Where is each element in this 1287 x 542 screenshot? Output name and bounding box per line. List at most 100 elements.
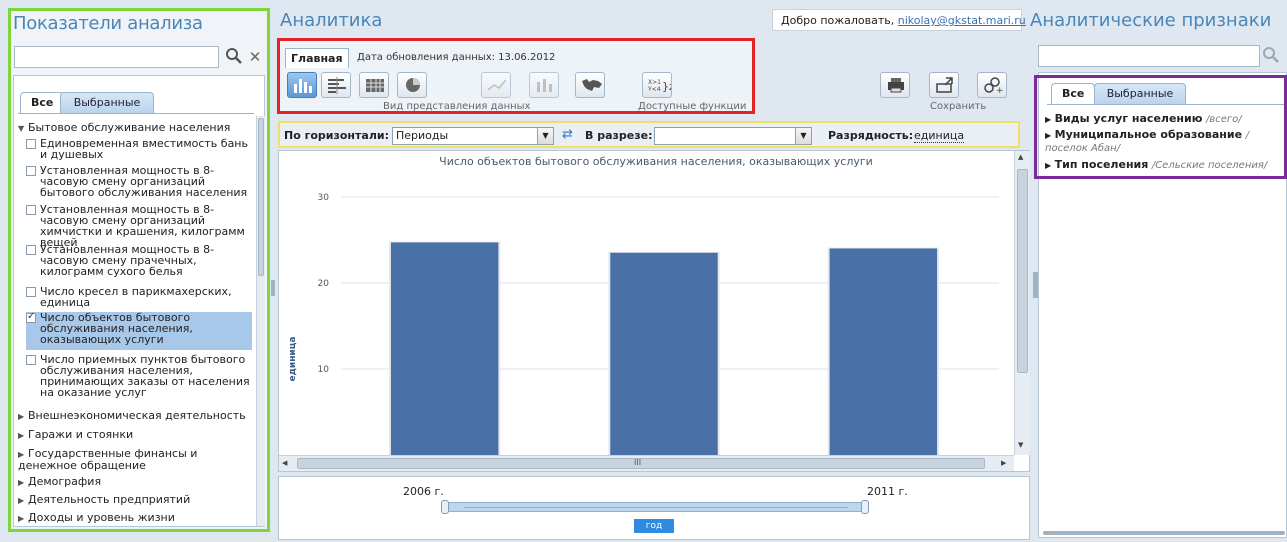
chart-container: Число объектов бытового обслуживания нас… (278, 150, 1030, 472)
bar (829, 248, 938, 455)
period-start-label: 2006 г. (403, 485, 444, 498)
search-icon[interactable] (225, 47, 245, 67)
tree-leaf[interactable]: Число кресел в парикмахерских, единица (26, 286, 252, 308)
export-icon (936, 77, 953, 93)
printer-icon (888, 78, 904, 93)
scrollbar-thumb[interactable] (1017, 169, 1028, 373)
y-tick-label: 30 (318, 193, 330, 203)
chevron-down-icon: ▼ (795, 128, 811, 144)
checkbox[interactable] (26, 287, 36, 297)
scrollbar-thumb[interactable] (258, 118, 264, 276)
indicators-search-input[interactable] (14, 46, 219, 68)
horizontal-axis-select[interactable]: Периоды ▼ (392, 127, 554, 145)
bar-chart-icon (294, 79, 312, 93)
bar-chart-view-button[interactable] (287, 72, 317, 98)
period-end-label: 2011 г. (867, 485, 908, 498)
checkbox[interactable] (26, 245, 36, 255)
svg-text:X>1: X>1 (648, 79, 661, 86)
filter-bar: По горизонтали: Периоды ▼ ⇄ В разрезе: ▼… (278, 121, 1020, 148)
share-link-button[interactable]: + (977, 72, 1007, 98)
y-tick-label: 20 (318, 279, 330, 289)
chevron-down-icon: ▼ (18, 124, 25, 133)
tree-leaf[interactable]: Единовременная вместимость бань и душевы… (26, 138, 252, 160)
horizontal-bar-view-button[interactable] (321, 72, 351, 98)
tree-group[interactable]: ▶ Государственные финансы и денежное обра… (18, 448, 244, 471)
chevron-right-icon: ▶ (18, 478, 25, 487)
attributes-hscrollbar[interactable] (1043, 531, 1285, 535)
user-email-link[interactable]: nikolay@gkstat.mari.ru (898, 14, 1026, 27)
tab-main[interactable]: Главная (285, 48, 349, 68)
analytics-title: Аналитика (280, 10, 383, 31)
chevron-down-icon: ▼ (537, 128, 553, 144)
digit-value[interactable]: единица (914, 129, 965, 143)
attributes-title: Аналитические признаки (1030, 10, 1272, 31)
scroll-down-icon[interactable]: ▼ (1018, 441, 1023, 449)
digit-label: Разрядность: (828, 129, 914, 142)
close-icon[interactable]: ✕ (247, 47, 263, 67)
line-chart-view-button[interactable] (481, 72, 511, 98)
search-icon[interactable] (1262, 46, 1282, 66)
tree-group[interactable]: ▶ Доходы и уровень жизни (18, 512, 175, 524)
swap-axes-icon[interactable]: ⇄ (562, 127, 573, 142)
sort-function-button[interactable]: X>1Y<4}z (642, 72, 672, 98)
scrollbar-thumb[interactable]: III (297, 458, 985, 469)
tab-all[interactable]: Все (20, 92, 65, 114)
bar (610, 252, 718, 455)
section-label: В разрезе: (585, 129, 653, 142)
map-view-button[interactable] (575, 72, 605, 98)
tab-selected[interactable]: Выбранные (60, 92, 154, 114)
checkbox[interactable] (26, 355, 36, 365)
attributes-search-input[interactable] (1038, 45, 1260, 67)
y-tick-label: 10 (318, 365, 330, 375)
svg-text:}z: }z (662, 80, 671, 93)
tree-leaf-selected[interactable]: Число объектов бытового обслуживания нас… (26, 311, 252, 350)
view-group-label: Вид представления данных (383, 101, 531, 112)
period-slider-panel: 2006 г. 2011 г. год (278, 476, 1030, 540)
tree-group[interactable]: ▶ Демография (18, 476, 101, 488)
table-view-button[interactable] (359, 72, 389, 98)
functions-group-label: Доступные функции (638, 101, 747, 112)
indicators-tree-container: Все Выбранные ▼ Бытовое обслуживание насе… (13, 75, 265, 527)
checkbox-checked[interactable] (26, 311, 36, 323)
checkbox[interactable] (26, 205, 36, 215)
tree-group[interactable]: ▶ Гаражи и стоянки (18, 429, 133, 441)
horizontal-bar-icon (328, 77, 346, 94)
bar-chart: Число объектов бытового обслуживания нас… (288, 155, 999, 455)
pie-chart-icon (406, 78, 420, 92)
tree-leaf[interactable]: Установленная мощность в 8-часовую смену… (26, 244, 252, 277)
update-date: Дата обновления данных: 13.06.2012 (357, 52, 556, 63)
chevron-right-icon: ▶ (18, 412, 25, 421)
line-chart-icon (487, 79, 507, 91)
combined-chart-view-button[interactable] (529, 72, 559, 98)
slider-handle-end[interactable] (861, 500, 869, 514)
sort-icon: X>1Y<4}z (647, 79, 671, 93)
pie-chart-view-button[interactable] (397, 72, 427, 98)
bar (390, 242, 499, 455)
chevron-right-icon: ▶ (18, 431, 25, 440)
tree-leaf[interactable]: Установленная мощность в 8-часовую смену… (26, 204, 252, 248)
section-select[interactable]: ▼ (654, 127, 812, 145)
splitter-handle[interactable] (271, 280, 275, 296)
slider-handle-start[interactable] (441, 500, 449, 514)
chart-hscrollbar[interactable]: ◀ III ▶ (279, 455, 1014, 471)
attributes-highlight (1034, 75, 1287, 179)
scroll-up-icon[interactable]: ▲ (1018, 153, 1023, 161)
checkbox[interactable] (26, 139, 36, 149)
save-group-label: Сохранить (930, 101, 987, 112)
tree-group[interactable]: ▶ Внешнеэкономическая деятельность (18, 410, 246, 422)
tree-leaf[interactable]: Число приемных пунктов бытового обслужив… (26, 354, 252, 398)
tree-group[interactable]: ▼ Бытовое обслуживание населения (18, 122, 230, 134)
welcome-text: Добро пожаловать, (781, 14, 895, 27)
scroll-left-icon[interactable]: ◀ (282, 459, 287, 467)
period-unit-button[interactable]: год (634, 519, 674, 533)
tree-leaf[interactable]: Установленная мощность в 8-часовую смену… (26, 165, 252, 198)
checkbox[interactable] (26, 166, 36, 176)
period-slider-track[interactable] (441, 500, 869, 514)
print-button[interactable] (880, 72, 910, 98)
export-button[interactable] (929, 72, 959, 98)
horizontal-axis-label: По горизонтали: (284, 129, 389, 142)
chart-vscrollbar[interactable]: ▲ ▼ (1014, 151, 1030, 455)
tree-group[interactable]: ▶ Деятельность предприятий (18, 494, 190, 506)
tree-scrollbar[interactable] (256, 116, 265, 526)
scroll-right-icon[interactable]: ▶ (1001, 459, 1006, 467)
